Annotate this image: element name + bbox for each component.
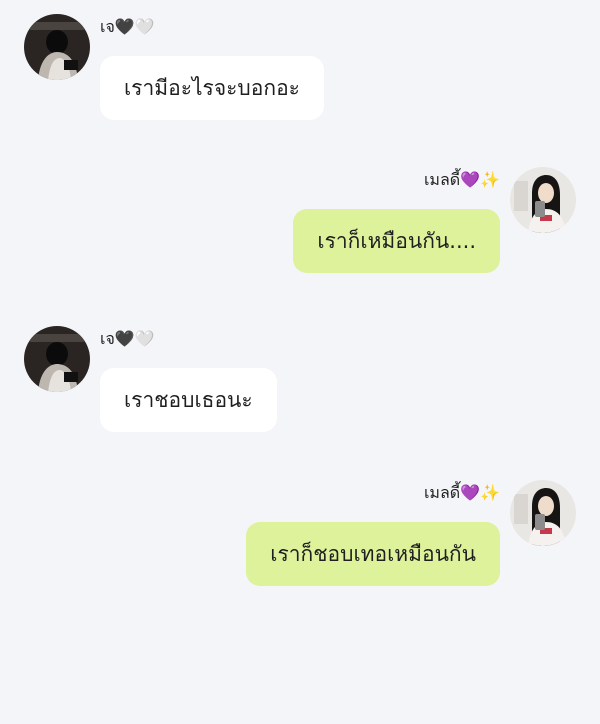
message-bubble[interactable]: เราก็ชอบเทอเหมือนกัน bbox=[246, 522, 500, 586]
avatar[interactable] bbox=[24, 326, 90, 392]
sender-name: เจ🖤🤍 bbox=[100, 17, 155, 36]
avatar-photo-icon bbox=[24, 326, 90, 392]
sender-name: เมลดี้💜✨ bbox=[423, 170, 500, 189]
message-bubble[interactable]: เราชอบเธอนะ bbox=[100, 368, 277, 432]
avatar[interactable] bbox=[510, 480, 576, 546]
avatar[interactable] bbox=[24, 14, 90, 80]
message-row: เจ🖤🤍 เรามีอะไรจะบอกอะ bbox=[0, 14, 600, 144]
message-row: เมลดี้💜✨ เราก็ชอบเทอเหมือนกัน bbox=[0, 480, 600, 610]
sender-name: เจ🖤🤍 bbox=[100, 329, 155, 348]
avatar-photo-icon bbox=[24, 14, 90, 80]
avatar-photo-icon bbox=[510, 480, 576, 546]
message-row: เมลดี้💜✨ เราก็เหมือนกัน.... bbox=[0, 167, 600, 297]
message-bubble[interactable]: เราก็เหมือนกัน.... bbox=[293, 209, 500, 273]
avatar[interactable] bbox=[510, 167, 576, 233]
message-row: เจ🖤🤍 เราชอบเธอนะ bbox=[0, 326, 600, 456]
sender-name: เมลดี้💜✨ bbox=[423, 483, 500, 502]
avatar-photo-icon bbox=[510, 167, 576, 233]
message-bubble[interactable]: เรามีอะไรจะบอกอะ bbox=[100, 56, 324, 120]
